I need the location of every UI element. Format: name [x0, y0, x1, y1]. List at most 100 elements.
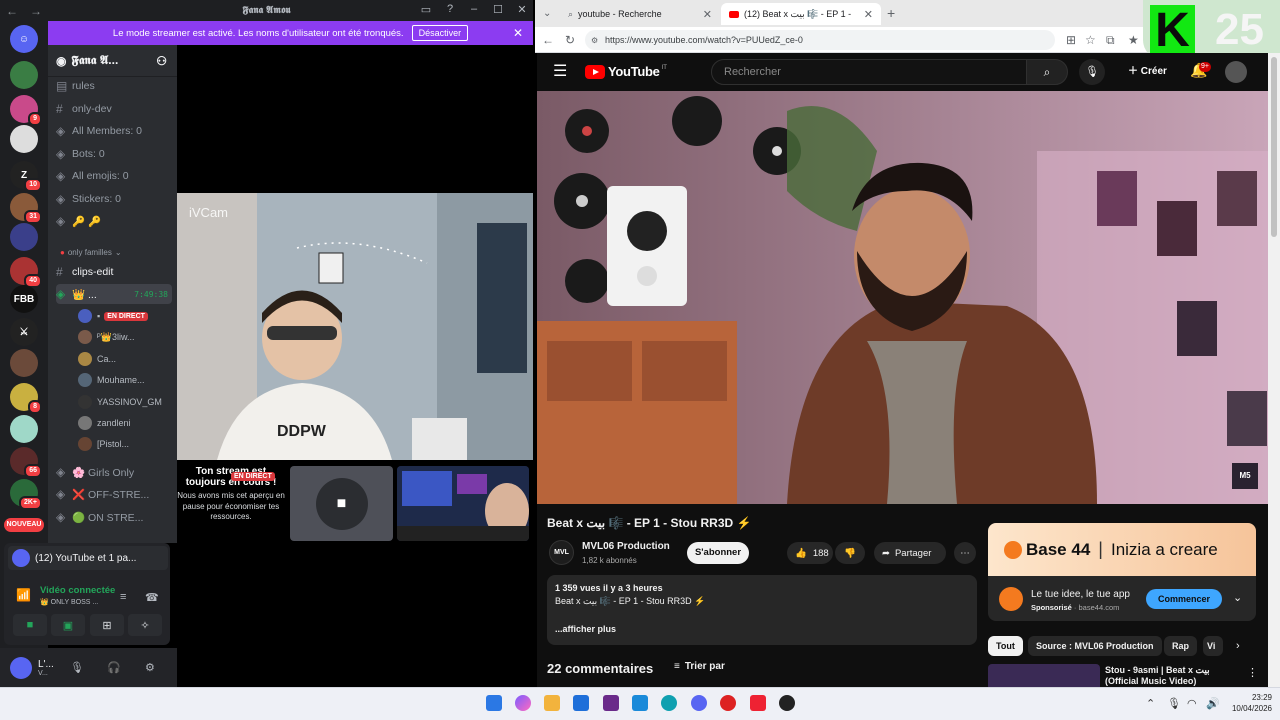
reload-icon[interactable]: ↻: [565, 33, 575, 47]
channel-item[interactable]: ▤ rules: [56, 76, 172, 96]
recommended-thumbnail[interactable]: [988, 664, 1100, 687]
favorites-icon[interactable]: ★: [1128, 33, 1139, 47]
voice-user[interactable]: zandleni: [78, 413, 172, 433]
channel-item[interactable]: ◈ 🟢 ON STRE...: [56, 507, 172, 527]
category-header[interactable]: ● only familles ⌄: [60, 248, 122, 257]
file-explorer-icon[interactable]: [544, 695, 560, 711]
channel-item[interactable]: ◈ 🔑 🔑: [56, 211, 172, 231]
server-icon[interactable]: [10, 223, 38, 251]
server-icon[interactable]: Z 10: [10, 161, 42, 192]
like-button[interactable]: 👍 188: [787, 542, 833, 564]
close-tab-icon[interactable]: ✕: [703, 8, 712, 21]
channel-item[interactable]: ◈ 🌸 Girls Only: [56, 462, 172, 482]
search-input[interactable]: Rechercher: [711, 59, 1027, 85]
disconnect-icon[interactable]: ☎: [145, 591, 159, 604]
reader-icon[interactable]: ⊞: [1066, 33, 1076, 47]
more-actions-button[interactable]: ⋯: [954, 542, 976, 564]
chevron-up-icon[interactable]: ⌃: [1146, 697, 1155, 710]
favorite-star-icon[interactable]: ☆: [1085, 33, 1096, 47]
share-button[interactable]: ➦ Partager: [874, 542, 946, 564]
add-member-icon[interactable]: ⚇: [156, 54, 167, 68]
address-bar[interactable]: ⚙ https://www.youtube.com/watch?v=PUUedZ…: [585, 30, 1055, 50]
channel-item[interactable]: ◈ All Members: 0: [56, 121, 172, 141]
discord-icon[interactable]: [691, 695, 707, 711]
camera-button[interactable]: ■: [13, 614, 47, 636]
tab-search[interactable]: ⌕ youtube - Recherche ✕: [560, 3, 720, 25]
microphone-icon[interactable]: 🎙: [1167, 697, 1181, 710]
channel-watermark[interactable]: M5: [1232, 463, 1258, 489]
screen-share-button[interactable]: ▣: [51, 614, 85, 636]
close-tab-icon[interactable]: ✕: [864, 8, 873, 21]
server-icon[interactable]: [10, 61, 38, 89]
voice-user[interactable]: ▪ EN DIRECT: [78, 306, 172, 326]
server-icon[interactable]: [10, 415, 38, 443]
help-icon[interactable]: ?: [443, 3, 457, 16]
channel-item[interactable]: ◈ ❌ OFF-STRE...: [56, 484, 172, 504]
app-icon[interactable]: [750, 695, 766, 711]
voice-channel[interactable]: ◈ 👑 ... 7:49:38: [56, 284, 172, 304]
server-icon[interactable]: 31: [10, 193, 42, 224]
channel-avatar[interactable]: MVL: [549, 540, 574, 565]
new-tab-icon[interactable]: +: [887, 5, 895, 21]
channel-name[interactable]: MVL06 Production: [582, 541, 670, 552]
server-icon[interactable]: 2K+: [10, 479, 42, 510]
chevron-down-icon[interactable]: ⌄: [1233, 591, 1242, 604]
store-icon[interactable]: [573, 695, 589, 711]
chip-rap[interactable]: Rap: [1164, 636, 1198, 656]
camera-stream[interactable]: DDPW iVCam: [177, 193, 533, 460]
channel-item[interactable]: ◈ Bots: 0: [56, 144, 172, 164]
close-icon[interactable]: ✕: [513, 26, 523, 40]
back-arrow-icon[interactable]: ←: [542, 33, 554, 47]
inbox-icon[interactable]: ▭: [419, 3, 433, 16]
show-more-link[interactable]: ...afficher plus: [555, 624, 969, 634]
create-button[interactable]: ＋ Créer: [1120, 60, 1175, 84]
chip-source[interactable]: Source : MVL06 Production: [1028, 636, 1162, 656]
ad-cta-button[interactable]: Commencer: [1146, 589, 1222, 609]
video-player[interactable]: [537, 91, 1268, 504]
soundboard-button[interactable]: ✧: [128, 614, 162, 636]
tab-youtube[interactable]: (12) Beat x بيت 🎼 - EP 1 - Stou ✕: [721, 3, 881, 25]
maximize-button[interactable]: ☐: [491, 3, 505, 16]
minimize-button[interactable]: –: [467, 3, 481, 16]
subscribe-button[interactable]: S'abonner: [687, 542, 749, 564]
server-icon[interactable]: 66: [10, 447, 42, 478]
voice-user[interactable]: Ca...: [78, 349, 172, 369]
avatar[interactable]: [10, 656, 32, 679]
disable-button[interactable]: Désactiver: [411, 25, 469, 41]
mail-icon[interactable]: [632, 695, 648, 711]
channel-item[interactable]: # clips-edit: [56, 262, 172, 282]
server-icon[interactable]: 8: [10, 383, 42, 414]
edge-icon[interactable]: [661, 695, 677, 711]
microphone-icon[interactable]: 🎙: [70, 661, 84, 674]
channel-item[interactable]: ◈ All emojis: 0: [56, 166, 172, 186]
chip-all[interactable]: Tout: [988, 636, 1023, 656]
activities-button[interactable]: ⊞: [90, 614, 124, 636]
server-header[interactable]: ◉ 𝕱𝖆𝖓𝖆 𝕬... ⚇: [48, 45, 177, 77]
voice-user[interactable]: ᴾ👑3liw...: [78, 327, 172, 347]
server-icon[interactable]: 9: [10, 95, 42, 126]
sort-button[interactable]: ≡ Trier par: [674, 661, 725, 672]
server-icon[interactable]: [10, 125, 38, 153]
stream-tile[interactable]: [397, 466, 529, 541]
app-icon[interactable]: [603, 695, 619, 711]
search-button[interactable]: ⌕: [1026, 59, 1068, 85]
voice-user[interactable]: YASSINOV_GM: [78, 392, 172, 412]
hamburger-menu-icon[interactable]: ☰: [553, 61, 567, 81]
copilot-icon[interactable]: [515, 695, 531, 711]
channel-item[interactable]: # only-dev: [56, 99, 172, 119]
headphones-icon[interactable]: 🎧: [107, 661, 121, 674]
voice-user[interactable]: Mouhame...: [78, 370, 172, 390]
chip-more[interactable]: Vi: [1203, 636, 1223, 656]
voice-search-button[interactable]: 🎙: [1079, 59, 1105, 85]
dislike-button[interactable]: 👎: [835, 542, 865, 564]
account-avatar[interactable]: [1225, 61, 1247, 83]
server-icon[interactable]: [10, 349, 38, 377]
more-vertical-icon[interactable]: ⋮: [1247, 666, 1258, 679]
wifi-icon[interactable]: ◠: [1187, 697, 1197, 710]
camera-tile[interactable]: ■: [290, 466, 393, 541]
ad-banner[interactable]: Base 44 | Inizia a creare: [988, 523, 1256, 576]
chevron-right-icon[interactable]: ›: [1236, 640, 1240, 652]
tab-list-icon[interactable]: ⌄: [543, 8, 551, 19]
volume-icon[interactable]: 🔊: [1206, 697, 1220, 710]
settings-gear-icon[interactable]: ⚙: [145, 661, 155, 674]
